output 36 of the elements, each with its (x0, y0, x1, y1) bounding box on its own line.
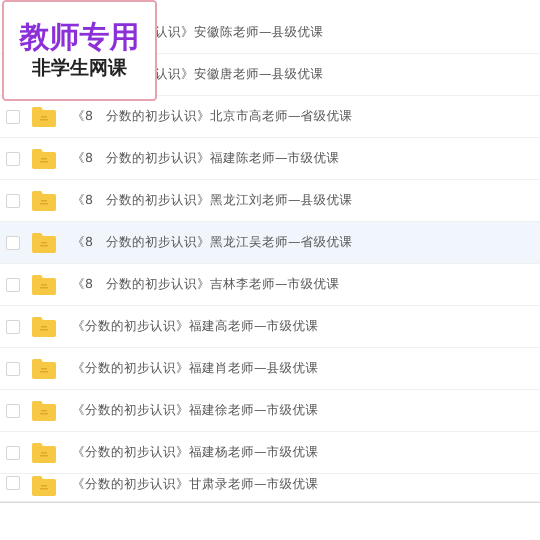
file-name: 《8 分数的初步认识》北京市高老师—省级优课 (72, 108, 352, 125)
file-name: 《8 分数的初步认识》福建陈老师—市级优课 (72, 150, 340, 167)
file-name: 《分数的初步认识》福建高老师—市级优课 (72, 318, 318, 335)
checkbox[interactable] (6, 236, 20, 250)
file-row[interactable]: 《8 分数的初步认识》黑龙江吴老师—省级优课 (0, 222, 540, 264)
checkbox[interactable] (6, 446, 20, 460)
folder-icon (32, 232, 56, 252)
stamp-title: 教师专用 (20, 23, 140, 53)
file-name: 《分数的初步认识》甘肃录老师—市级优课 (72, 476, 318, 493)
folder-icon (32, 316, 56, 336)
folder-icon (32, 274, 56, 294)
file-name: 认识》安徽陈老师—县级优课 (155, 24, 324, 41)
file-name: 《8 分数的初步认识》黑龙江刘老师—县级优课 (72, 192, 352, 209)
stamp-subtitle: 非学生网课 (32, 59, 127, 78)
file-name: 《分数的初步认识》福建徐老师—市级优课 (72, 402, 318, 419)
folder-icon (32, 476, 56, 496)
file-name: 《8 分数的初步认识》吉林李老师—市级优课 (72, 276, 340, 293)
checkbox[interactable] (6, 278, 20, 292)
checkbox[interactable] (6, 320, 20, 334)
folder-icon (32, 106, 56, 126)
checkbox[interactable] (6, 110, 20, 124)
file-name: 认识》安徽唐老师—县级优课 (155, 66, 324, 83)
checkbox[interactable] (6, 476, 20, 490)
checkbox[interactable] (6, 152, 20, 166)
folder-icon (32, 442, 56, 462)
folder-icon (32, 190, 56, 210)
checkbox[interactable] (6, 194, 20, 208)
file-name: 《8 分数的初步认识》黑龙江吴老师—省级优课 (72, 234, 352, 251)
checkbox[interactable] (6, 404, 20, 418)
file-name: 《分数的初步认识》福建杨老师—市级优课 (72, 444, 318, 461)
folder-icon (32, 358, 56, 378)
file-name: 《分数的初步认识》福建肖老师—县级优课 (72, 360, 318, 377)
file-row[interactable]: 《分数的初步认识》甘肃录老师—市级优课 (0, 474, 540, 502)
folder-icon (32, 148, 56, 168)
folder-icon (32, 400, 56, 420)
checkbox[interactable] (6, 362, 20, 376)
